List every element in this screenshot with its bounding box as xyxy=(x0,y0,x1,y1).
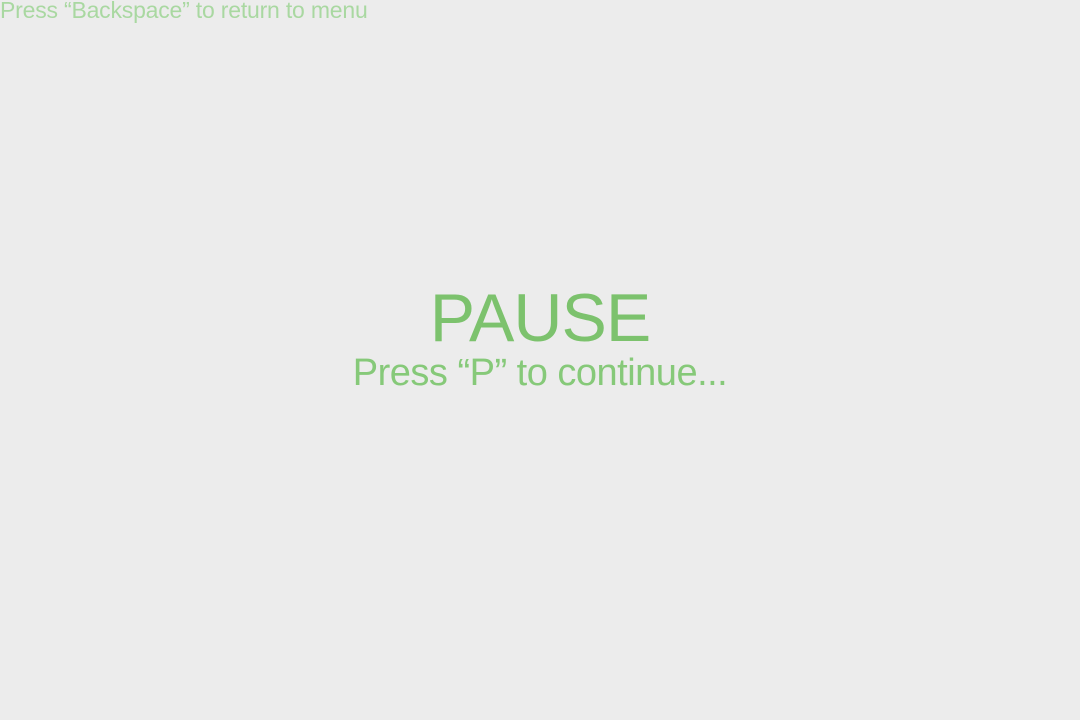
pause-overlay: PAUSE Press “P” to continue... xyxy=(0,280,1080,396)
menu-hint-text: Press “Backspace” to return to menu xyxy=(0,0,368,23)
pause-title: PAUSE xyxy=(429,280,651,356)
game-screen: Press “Backspace” to return to menu PAUS… xyxy=(0,0,1080,720)
continue-prompt: Press “P” to continue... xyxy=(352,352,728,394)
